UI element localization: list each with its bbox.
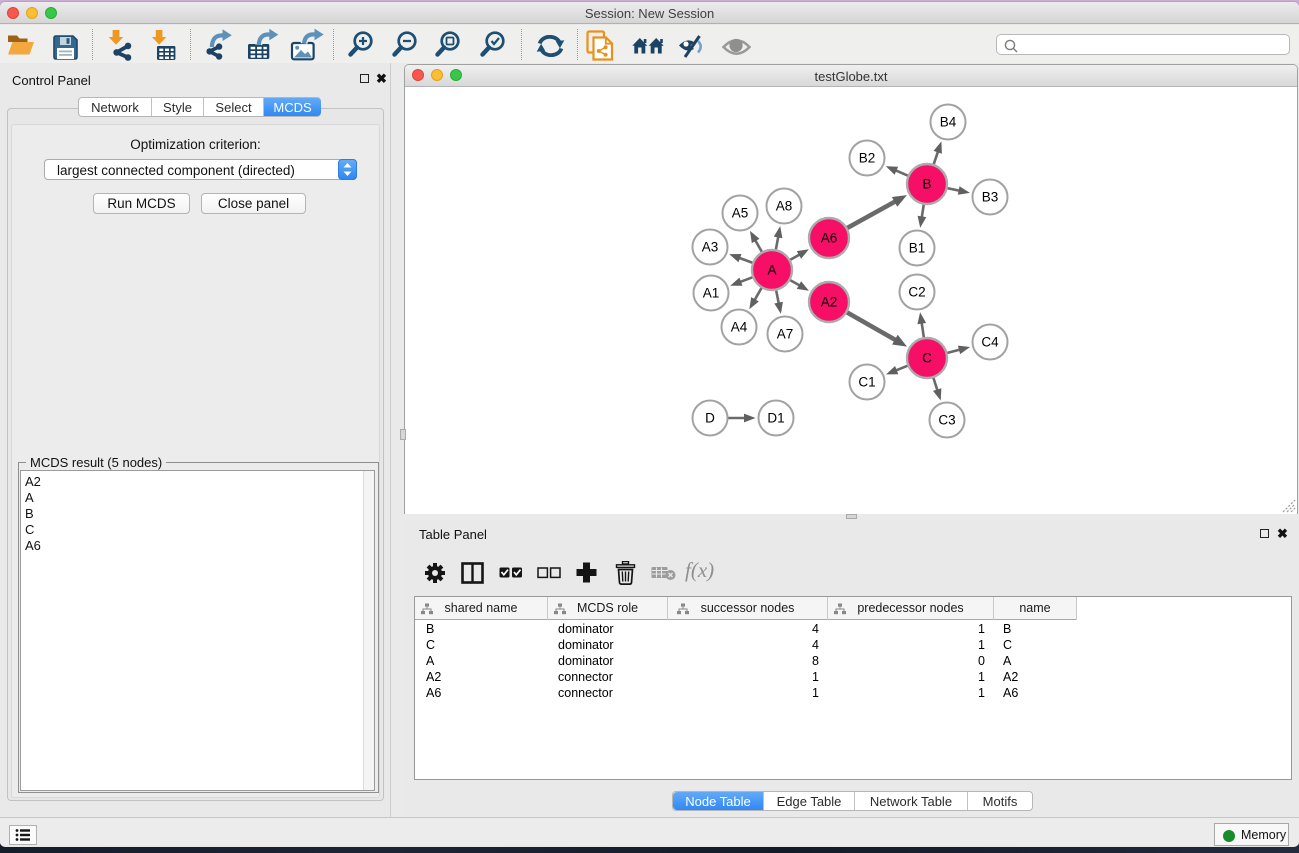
svg-text:D1: D1: [767, 411, 784, 426]
svg-text:A4: A4: [731, 320, 748, 335]
svg-text:A2: A2: [821, 295, 838, 310]
svg-text:C3: C3: [938, 413, 955, 428]
svg-text:A7: A7: [777, 327, 794, 342]
svg-text:B4: B4: [940, 115, 957, 130]
svg-text:B3: B3: [982, 190, 999, 205]
svg-text:A5: A5: [732, 206, 749, 221]
svg-text:C1: C1: [858, 375, 875, 390]
svg-text:C4: C4: [981, 335, 999, 350]
svg-text:B2: B2: [859, 151, 876, 166]
svg-text:A6: A6: [821, 231, 838, 246]
svg-text:A: A: [767, 263, 776, 278]
svg-text:B: B: [922, 177, 931, 192]
svg-text:A8: A8: [776, 199, 793, 214]
svg-text:A3: A3: [702, 240, 719, 255]
svg-text:C: C: [922, 351, 932, 366]
svg-text:D: D: [705, 411, 715, 426]
svg-text:A1: A1: [703, 286, 720, 301]
svg-text:C2: C2: [908, 285, 925, 300]
svg-text:B1: B1: [909, 241, 926, 256]
